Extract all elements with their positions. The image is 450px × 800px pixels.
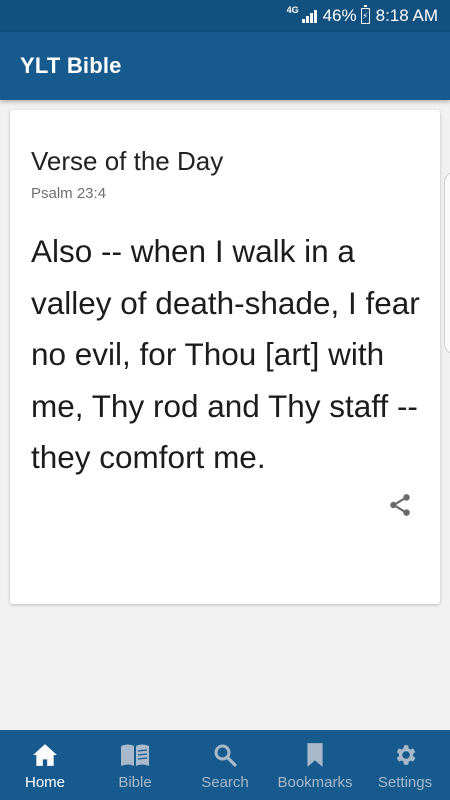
nav-settings[interactable]: Settings (360, 730, 450, 800)
nav-home-label: Home (24, 774, 65, 791)
nav-search-label: Search (201, 774, 249, 791)
signal-icon (301, 9, 317, 23)
verse-reference: Psalm 23:4 (31, 185, 107, 202)
status-bar: 4G 46% ⚡ 8:18 AM (0, 0, 450, 32)
card-heading: Verse of the Day (31, 146, 224, 176)
battery-icon: ⚡ (360, 5, 370, 24)
share-button[interactable] (386, 490, 414, 520)
nav-bible[interactable]: Bible (90, 730, 180, 800)
nav-search[interactable]: Search (180, 730, 270, 800)
app-title: YLT Bible (20, 53, 122, 78)
network-type: 4G (286, 5, 299, 15)
nav-bible-label: Bible (118, 774, 152, 791)
clock: 8:18 AM (375, 6, 438, 25)
verse-of-the-day-card: Verse of the Day Psalm 23:4 Also -- when… (10, 110, 440, 604)
home-icon (32, 742, 58, 768)
gear-icon (392, 742, 418, 768)
battery-percent: 46% (322, 6, 357, 25)
verse-text: Also -- when I walk in a valley of death… (31, 233, 420, 475)
nav-settings-label: Settings (377, 774, 433, 791)
next-card-peek[interactable] (444, 172, 450, 354)
app-bar: YLT Bible (0, 32, 450, 100)
bottom-navigation: Home Bible Search Bookmarks Settings (0, 730, 450, 800)
bookmark-icon (305, 742, 325, 768)
search-icon (213, 742, 237, 768)
book-icon (120, 742, 150, 768)
nav-home[interactable]: Home (0, 730, 90, 800)
share-icon (390, 494, 410, 516)
nav-bookmarks-label: Bookmarks (277, 774, 353, 791)
nav-bookmarks[interactable]: Bookmarks (270, 730, 360, 800)
